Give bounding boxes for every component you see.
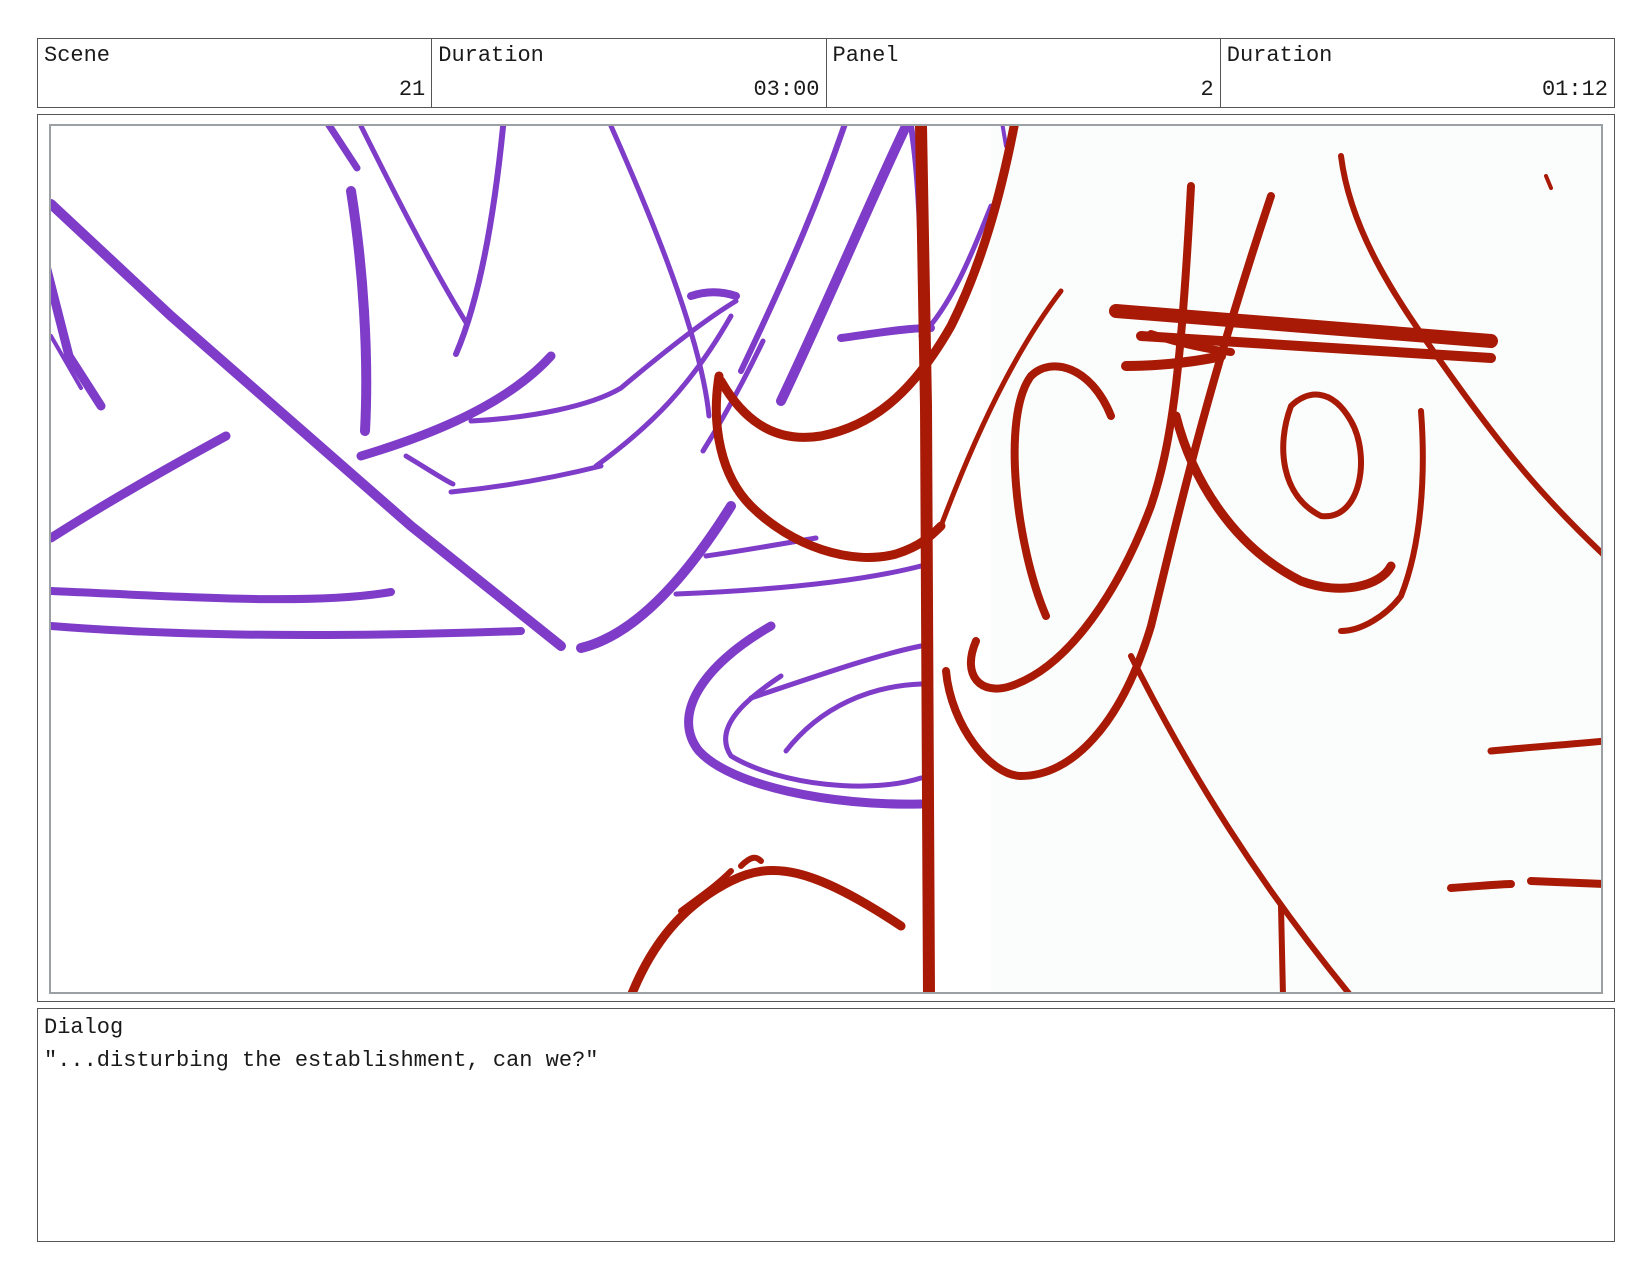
panel-duration-label: Duration bbox=[1226, 43, 1333, 68]
scene-cell: Scene 21 bbox=[38, 39, 433, 107]
panel-number: 2 bbox=[1200, 77, 1214, 102]
scene-duration-value: 03:00 bbox=[753, 77, 820, 102]
scene-number: 21 bbox=[398, 77, 426, 102]
panel-duration-cell: Duration 01:12 bbox=[1221, 39, 1614, 107]
storyboard-header: Scene 21 Duration 03:00 Panel 2 Duration… bbox=[37, 38, 1615, 108]
panel-cell: Panel 2 bbox=[827, 39, 1221, 107]
purple-strokes bbox=[51, 126, 1008, 809]
dialog-text: "...disturbing the establishment, can we… bbox=[44, 1048, 599, 1073]
storyboard-sketch bbox=[51, 126, 1601, 992]
dialog-box: Dialog "...disturbing the establishment,… bbox=[37, 1008, 1615, 1242]
scene-duration-cell: Duration 03:00 bbox=[432, 39, 827, 107]
panel-image bbox=[49, 124, 1603, 994]
scene-duration-label: Duration bbox=[438, 43, 544, 68]
scene-label: Scene bbox=[44, 43, 111, 68]
dialog-label: Dialog bbox=[44, 1015, 124, 1040]
panel-label: Panel bbox=[832, 43, 899, 68]
sketch-background-fill bbox=[991, 126, 1601, 992]
panel-frame bbox=[37, 114, 1615, 1002]
panel-duration-value: 01:12 bbox=[1541, 77, 1608, 102]
